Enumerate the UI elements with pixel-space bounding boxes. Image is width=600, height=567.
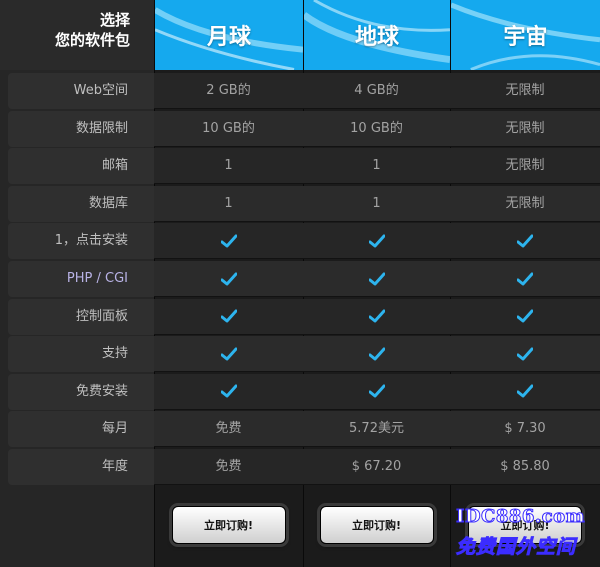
table-row: PHP / CGI <box>8 261 600 297</box>
row-label: 每月 <box>8 411 154 448</box>
row-cell: 10 GB的 <box>154 110 303 147</box>
heading-line1: 选择 <box>99 11 130 29</box>
row-cell: 无限制 <box>450 73 600 109</box>
row-cell: 10 GB的 <box>303 110 450 147</box>
checkmark-icon <box>220 234 237 248</box>
table-row: 控制面板 <box>8 298 600 335</box>
pricing-table: 选择 您的软件包 月球 地球 宇宙 Web空间 2 GB的 4 GB的 无限制 数据限制… <box>0 0 600 567</box>
row-cell: 免费 <box>154 411 303 448</box>
table-row: 免费安装 <box>8 373 600 410</box>
row-cell: 1 <box>303 185 450 222</box>
row-cell <box>154 261 303 297</box>
table-row: 邮箱 1 1 无限制 <box>8 148 600 185</box>
checkmark-icon <box>368 234 385 248</box>
checkmark-icon <box>368 384 385 398</box>
row-label: 邮箱 <box>8 148 154 185</box>
row-cell <box>303 298 450 335</box>
checkmark-icon <box>220 384 237 398</box>
order-button-earth[interactable]: 立即订购! <box>319 506 434 544</box>
table-row: 年度 免费 $ 67.20 $ 85.80 <box>8 449 600 485</box>
checkmark-icon <box>368 272 385 285</box>
row-cell: 1 <box>154 185 303 222</box>
checkmark-icon <box>368 309 385 323</box>
checkmark-icon <box>517 234 533 248</box>
table-row: 数据限制 10 GB的 10 GB的 无限制 <box>8 110 600 147</box>
row-cell: 免费 <box>154 449 303 485</box>
row-cell <box>154 373 303 410</box>
plan-header-universe: 宇宙 <box>450 0 600 70</box>
table-row: 每月 免费 5.72美元 $ 7.30 <box>8 411 600 448</box>
row-cell <box>154 336 303 373</box>
choose-package-heading: 选择 您的软件包 <box>0 0 154 70</box>
checkmark-icon <box>220 347 237 361</box>
row-cell: 2 GB的 <box>154 73 303 109</box>
checkmark-icon <box>517 272 533 285</box>
row-cell <box>303 223 450 260</box>
row-cell <box>154 223 303 260</box>
checkmark-icon <box>368 347 385 361</box>
row-label: 1，点击安装 <box>8 223 154 260</box>
plan-name-moon: 月球 <box>206 24 251 50</box>
order-button-moon[interactable]: 立即订购! <box>171 506 286 544</box>
checkmark-icon <box>517 384 533 398</box>
checkmark-icon <box>220 309 237 323</box>
order-button-wrap-earth: 立即订购! <box>303 502 450 548</box>
checkmark-icon <box>517 347 533 361</box>
row-cell: 1 <box>154 148 303 185</box>
row-cell <box>154 298 303 335</box>
row-cell: 5.72美元 <box>303 411 450 448</box>
row-label: PHP / CGI <box>8 261 154 297</box>
table-row: 1，点击安装 <box>8 223 600 260</box>
table-row: 数据库 1 1 无限制 <box>8 185 600 222</box>
table-row: Web空间 2 GB的 4 GB的 无限制 <box>8 73 600 109</box>
row-label: 支持 <box>8 336 154 373</box>
row-cell <box>303 373 450 410</box>
plan-header-moon: 月球 <box>154 0 303 70</box>
row-cell: $ 67.20 <box>303 449 450 485</box>
row-cell: 无限制 <box>450 148 600 185</box>
row-label: 数据限制 <box>8 110 154 147</box>
row-cell <box>450 336 600 373</box>
row-label: 控制面板 <box>8 298 154 335</box>
order-button-wrap-moon: 立即订购! <box>154 502 303 548</box>
plan-name-earth: 地球 <box>354 24 399 50</box>
row-cell <box>450 261 600 297</box>
heading-line2: 您的软件包 <box>54 31 130 49</box>
row-cell: 无限制 <box>450 185 600 222</box>
plan-header-earth: 地球 <box>303 0 450 70</box>
row-cell <box>450 298 600 335</box>
checkmark-icon <box>220 272 237 285</box>
checkmark-icon <box>517 309 533 323</box>
row-cell <box>303 261 450 297</box>
row-cell: 1 <box>303 148 450 185</box>
row-cell <box>303 336 450 373</box>
row-label: Web空间 <box>8 73 154 109</box>
row-cell <box>450 373 600 410</box>
row-cell: $ 85.80 <box>450 449 600 485</box>
plan-name-universe: 宇宙 <box>503 24 548 50</box>
row-label: 免费安装 <box>8 373 154 410</box>
row-cell: 4 GB的 <box>303 73 450 109</box>
row-cell: $ 7.30 <box>450 411 600 448</box>
order-button-universe[interactable]: 立即订购! <box>468 506 582 544</box>
row-cell <box>450 223 600 260</box>
row-label: 年度 <box>8 449 154 485</box>
table-row: 支持 <box>8 336 600 373</box>
row-cell: 无限制 <box>450 110 600 147</box>
row-label: 数据库 <box>8 185 154 222</box>
order-button-wrap-universe: 立即订购! <box>450 502 600 548</box>
